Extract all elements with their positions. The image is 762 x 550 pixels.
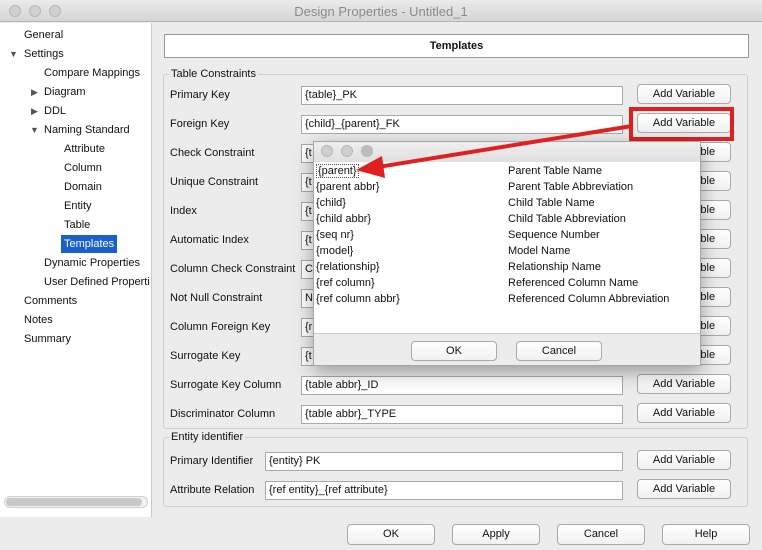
entity-identifier-legend: Entity identifier <box>169 431 246 443</box>
variable-description: Child Table Abbreviation <box>508 213 626 225</box>
tree-item-general[interactable]: General <box>24 26 63 44</box>
tree-item-column[interactable]: Column <box>64 159 102 177</box>
variable-item[interactable]: {seq nr} <box>316 227 354 243</box>
primary-key-template-field[interactable]: {table}_PK <box>301 86 623 105</box>
tree-item-domain[interactable]: Domain <box>64 178 102 196</box>
variable-description: Referenced Column Abbreviation <box>508 293 670 305</box>
popup-cancel-button[interactable]: Cancel <box>516 341 602 361</box>
row-label: Not Null Constraint <box>170 292 263 304</box>
variable-item[interactable]: {ref column abbr} <box>316 291 400 307</box>
add-variable-button[interactable]: Add Variable <box>637 450 731 470</box>
popup-ok-button[interactable]: OK <box>411 341 497 361</box>
add-variable-button[interactable]: Add Variable <box>637 374 731 394</box>
popup-minimize-button[interactable] <box>341 145 353 157</box>
tree-item-comments[interactable]: Comments <box>24 292 77 310</box>
tree-horizontal-scrollbar[interactable] <box>4 496 148 508</box>
variable-description: Model Name <box>508 245 571 257</box>
variable-name: {parent} <box>316 164 359 178</box>
variable-item[interactable]: {model} <box>316 243 353 259</box>
variable-item[interactable]: {child} <box>316 195 346 211</box>
variable-description: Child Table Name <box>508 197 595 209</box>
apply-button[interactable]: Apply <box>452 524 540 545</box>
tree-item-ddl[interactable]: DDL <box>44 102 66 120</box>
variable-description: Referenced Column Name <box>508 277 639 289</box>
chevron-right-icon[interactable]: ▶ <box>31 102 38 120</box>
row-label: Primary Identifier <box>170 455 254 467</box>
row-label: Column Check Constraint <box>170 263 296 275</box>
window-title: Design Properties - Untitled_1 <box>294 4 468 19</box>
add-variable-button[interactable]: Add Variable <box>637 84 731 104</box>
cancel-button[interactable]: Cancel <box>557 524 645 545</box>
surrogate-key-column-template-field[interactable]: {table abbr}_ID <box>301 376 623 395</box>
window-titlebar: Design Properties - Untitled_1 <box>0 0 762 22</box>
tree-item-diagram[interactable]: Diagram <box>44 83 86 101</box>
popup-close-button[interactable] <box>321 145 333 157</box>
row-label: Attribute Relation <box>170 484 255 496</box>
row-label: Foreign Key <box>170 118 230 130</box>
tree-item-dynamic-properties[interactable]: Dynamic Properties <box>44 254 140 272</box>
variable-item[interactable]: {parent abbr} <box>316 179 380 195</box>
popup-titlebar <box>314 142 700 162</box>
settings-tree: General ▼ Settings Compare Mappings ▶ Di… <box>0 23 152 517</box>
tree-item-table[interactable]: Table <box>64 216 90 234</box>
row-label: Surrogate Key <box>170 350 241 362</box>
chevron-down-icon[interactable]: ▼ <box>30 121 39 139</box>
variable-description: Sequence Number <box>508 229 600 241</box>
popup-zoom-button[interactable] <box>361 145 373 157</box>
row-label: Primary Key <box>170 89 230 101</box>
tree-item-notes[interactable]: Notes <box>24 311 53 329</box>
tree-item-templates[interactable]: Templates <box>61 235 118 253</box>
row-label: Discriminator Column <box>170 408 276 420</box>
highlight-annotation <box>629 107 734 141</box>
variable-description: Parent Table Name <box>508 165 602 177</box>
page-title: Templates <box>164 34 749 58</box>
row-label: Column Foreign Key <box>170 321 271 333</box>
attribute-relation-template-field[interactable]: {ref entity}_{ref attribute} <box>265 481 623 500</box>
scrollbar-thumb[interactable] <box>6 498 142 506</box>
variable-description: Parent Table Abbreviation <box>508 181 634 193</box>
variable-item[interactable]: {child abbr} <box>316 211 371 227</box>
tree-item-naming-standard[interactable]: Naming Standard <box>44 121 130 139</box>
tree-item-compare-mappings[interactable]: Compare Mappings <box>44 64 140 82</box>
tree-item-settings[interactable]: Settings <box>24 45 64 63</box>
chevron-down-icon[interactable]: ▼ <box>9 45 18 63</box>
variables-list: {parent} Parent Table Name {parent abbr}… <box>314 162 700 334</box>
add-variable-button[interactable]: Add Variable <box>637 403 731 423</box>
help-button[interactable]: Help <box>662 524 750 545</box>
chevron-right-icon[interactable]: ▶ <box>31 83 38 101</box>
tree-item-summary[interactable]: Summary <box>24 330 71 348</box>
variables-popup: {parent} Parent Table Name {parent abbr}… <box>313 141 701 366</box>
variable-item[interactable]: {parent} <box>316 163 359 179</box>
row-label: Surrogate Key Column <box>170 379 282 391</box>
row-label: Unique Constraint <box>170 176 259 188</box>
variable-item[interactable]: {relationship} <box>316 259 380 275</box>
tree-item-entity[interactable]: Entity <box>64 197 92 215</box>
ok-button[interactable]: OK <box>347 524 435 545</box>
tree-item-user-defined-properties[interactable]: User Defined Properti <box>44 273 150 291</box>
row-label: Automatic Index <box>170 234 249 246</box>
table-constraints-legend: Table Constraints <box>169 68 258 80</box>
foreign-key-template-field[interactable]: {child}_{parent}_FK <box>301 115 623 134</box>
discriminator-column-template-field[interactable]: {table abbr}_TYPE <box>301 405 623 424</box>
add-variable-button[interactable]: Add Variable <box>637 479 731 499</box>
tree-item-attribute[interactable]: Attribute <box>64 140 105 158</box>
row-label: Check Constraint <box>170 147 255 159</box>
dialog-button-bar: OK Apply Cancel Help <box>0 517 762 550</box>
variable-description: Relationship Name <box>508 261 601 273</box>
row-label: Index <box>170 205 197 217</box>
primary-identifier-template-field[interactable]: {entity} PK <box>265 452 623 471</box>
variable-item[interactable]: {ref column} <box>316 275 375 291</box>
